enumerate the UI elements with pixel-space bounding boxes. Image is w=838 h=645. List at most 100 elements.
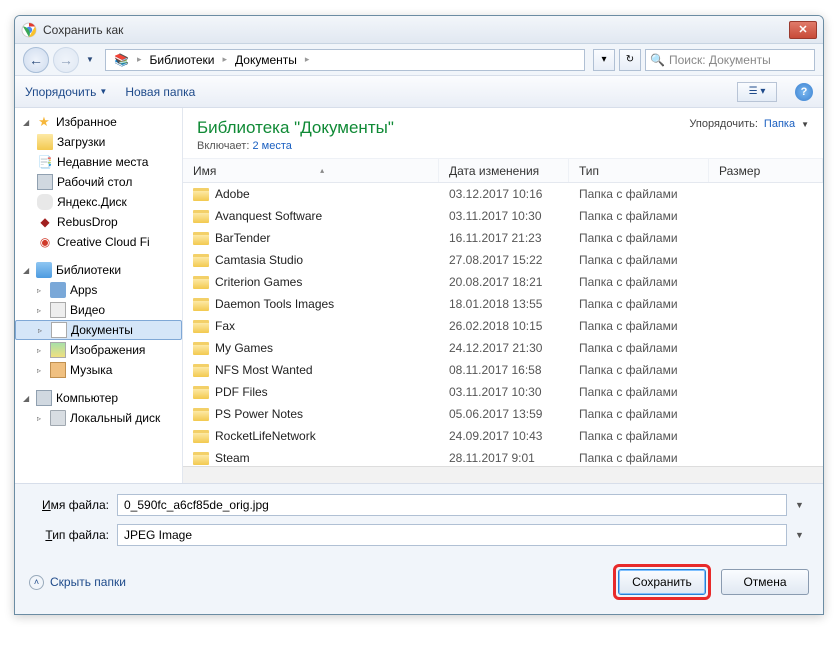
table-row[interactable]: Avanquest Software03.11.2017 10:30Папка … xyxy=(183,205,823,227)
app-icon: ◆ xyxy=(37,214,53,230)
search-input[interactable]: 🔍 Поиск: Документы xyxy=(645,49,815,71)
close-button[interactable]: ✕ xyxy=(789,21,817,39)
chrome-icon xyxy=(21,22,37,38)
table-row[interactable]: Steam28.11.2017 9:01Папка с файлами xyxy=(183,447,823,466)
sidebar-item-localdisk[interactable]: ▹Локальный диск xyxy=(15,408,182,428)
toolbar: Упорядочить▼ Новая папка ☰ ▾ ? xyxy=(15,76,823,108)
folder-icon xyxy=(193,232,209,245)
sidebar-item-cc[interactable]: ◉Creative Cloud Fi xyxy=(15,232,182,252)
chevron-right-icon: ▸ xyxy=(219,54,232,65)
folder-icon xyxy=(193,254,209,267)
sidebar-item-apps[interactable]: ▹Apps xyxy=(15,280,182,300)
folder-icon xyxy=(37,134,53,150)
computer-icon xyxy=(36,390,52,406)
video-icon xyxy=(50,302,66,318)
includes-link[interactable]: 2 места xyxy=(252,140,291,152)
search-icon: 🔍 xyxy=(650,53,665,67)
chevron-down-icon: ▼ xyxy=(99,87,107,96)
library-icon xyxy=(36,262,52,278)
drive-icon xyxy=(50,410,66,426)
table-row[interactable]: BarTender16.11.2017 21:23Папка с файлами xyxy=(183,227,823,249)
sidebar-item-images[interactable]: ▹Изображения xyxy=(15,340,182,360)
help-button[interactable]: ? xyxy=(795,83,813,101)
folder-icon xyxy=(193,342,209,355)
titlebar: Сохранить как ✕ xyxy=(15,16,823,44)
sidebar-item-rebusdrop[interactable]: ◆RebusDrop xyxy=(15,212,182,232)
column-name[interactable]: Имя▴ xyxy=(183,159,439,182)
table-row[interactable]: RocketLifeNetwork24.09.2017 10:43Папка с… xyxy=(183,425,823,447)
cc-icon: ◉ xyxy=(37,234,53,250)
sidebar-item-recent[interactable]: 📑Недавние места xyxy=(15,152,182,172)
sidebar-computer[interactable]: ◢Компьютер xyxy=(15,388,182,408)
breadcrumb-dropdown[interactable]: ▾ xyxy=(593,49,615,71)
folder-icon xyxy=(193,364,209,377)
refresh-button[interactable]: ↻ xyxy=(619,49,641,71)
main-area: Библиотека "Документы" Включает: 2 места… xyxy=(183,108,823,483)
history-dropdown[interactable]: ▼ xyxy=(83,47,97,73)
file-list[interactable]: Adobe03.12.2017 10:16Папка с файламиAvan… xyxy=(183,183,823,466)
column-size[interactable]: Размер xyxy=(709,159,823,182)
cloud-icon xyxy=(37,194,53,210)
filetype-select[interactable] xyxy=(117,524,787,546)
sidebar-item-video[interactable]: ▹Видео xyxy=(15,300,182,320)
chevron-up-icon: ˄ xyxy=(29,575,44,590)
breadcrumb-item[interactable]: Библиотеки xyxy=(145,53,218,67)
filename-dropdown[interactable]: ▼ xyxy=(795,500,809,510)
table-row[interactable]: PS Power Notes05.06.2017 13:59Папка с фа… xyxy=(183,403,823,425)
filetype-dropdown[interactable]: ▼ xyxy=(795,530,809,540)
star-icon: ★ xyxy=(36,114,52,130)
folder-icon xyxy=(193,386,209,399)
footer-actions: ˄ Скрыть папки Сохранить Отмена xyxy=(15,556,823,614)
new-folder-button[interactable]: Новая папка xyxy=(125,85,195,99)
folder-icon xyxy=(193,320,209,333)
document-icon xyxy=(51,322,67,338)
sidebar-favorites[interactable]: ◢★Избранное xyxy=(15,112,182,132)
folder-icon xyxy=(193,210,209,223)
sidebar-libraries[interactable]: ◢Библиотеки xyxy=(15,260,182,280)
filename-input[interactable] xyxy=(117,494,787,516)
sort-control[interactable]: Упорядочить: Папка ▼ xyxy=(689,118,809,130)
cancel-button[interactable]: Отмена xyxy=(721,569,809,595)
sidebar-item-desktop[interactable]: Рабочий стол xyxy=(15,172,182,192)
filetype-label: Тип файла: xyxy=(29,528,109,542)
back-button[interactable]: ← xyxy=(23,47,49,73)
folder-icon xyxy=(193,430,209,443)
breadcrumb-root-icon: 📚 xyxy=(110,53,133,67)
table-row[interactable]: NFS Most Wanted08.11.2017 16:58Папка с ф… xyxy=(183,359,823,381)
chevron-right-icon: ▸ xyxy=(301,54,314,65)
sidebar-item-documents[interactable]: ▹Документы xyxy=(15,320,182,340)
table-row[interactable]: Camtasia Studio27.08.2017 15:22Папка с ф… xyxy=(183,249,823,271)
horizontal-scrollbar[interactable] xyxy=(183,466,823,483)
search-placeholder: Поиск: Документы xyxy=(669,53,771,67)
table-row[interactable]: Criterion Games20.08.2017 18:21Папка с ф… xyxy=(183,271,823,293)
sidebar-item-downloads[interactable]: Загрузки xyxy=(15,132,182,152)
hide-folders-button[interactable]: ˄ Скрыть папки xyxy=(29,575,126,590)
images-icon xyxy=(50,342,66,358)
sidebar-item-yandex[interactable]: Яндекс.Диск xyxy=(15,192,182,212)
table-row[interactable]: PDF Files03.11.2017 10:30Папка с файлами xyxy=(183,381,823,403)
save-highlight: Сохранить xyxy=(613,564,711,600)
library-header: Библиотека "Документы" Включает: 2 места… xyxy=(183,108,823,159)
navbar: ← → ▼ 📚 ▸ Библиотеки ▸ Документы ▸ ▾ ↻ 🔍… xyxy=(15,44,823,76)
column-type[interactable]: Тип xyxy=(569,159,709,182)
save-button[interactable]: Сохранить xyxy=(618,569,706,595)
apps-icon xyxy=(50,282,66,298)
sort-indicator-icon: ▴ xyxy=(320,166,324,175)
recent-icon: 📑 xyxy=(37,154,53,170)
desktop-icon xyxy=(37,174,53,190)
table-row[interactable]: My Games24.12.2017 21:30Папка с файлами xyxy=(183,337,823,359)
breadcrumb[interactable]: 📚 ▸ Библиотеки ▸ Документы ▸ xyxy=(105,49,585,71)
footer: Имя файла: ▼ Тип файла: ▼ xyxy=(15,483,823,556)
table-row[interactable]: Daemon Tools Images18.01.2018 13:55Папка… xyxy=(183,293,823,315)
sidebar-item-music[interactable]: ▹Музыка xyxy=(15,360,182,380)
breadcrumb-item[interactable]: Документы xyxy=(231,53,301,67)
table-row[interactable]: Fax26.02.2018 10:15Папка с файлами xyxy=(183,315,823,337)
column-date[interactable]: Дата изменения xyxy=(439,159,569,182)
table-row[interactable]: Adobe03.12.2017 10:16Папка с файлами xyxy=(183,183,823,205)
folder-icon xyxy=(193,276,209,289)
view-mode-button[interactable]: ☰ ▾ xyxy=(737,82,777,102)
organize-button[interactable]: Упорядочить▼ xyxy=(25,85,107,99)
folder-icon xyxy=(193,452,209,465)
chevron-right-icon: ▸ xyxy=(133,54,146,65)
forward-button[interactable]: → xyxy=(53,47,79,73)
